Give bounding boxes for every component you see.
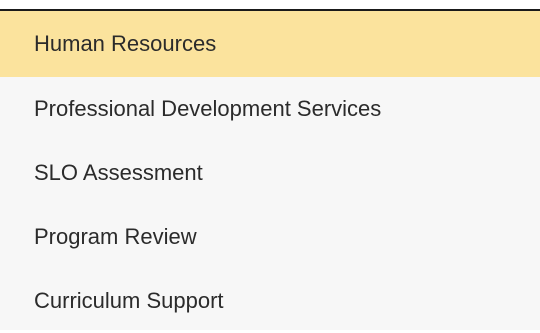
menu-item-professional-development-services[interactable]: Professional Development Services: [0, 77, 540, 141]
menu-item-curriculum-support[interactable]: Curriculum Support: [0, 269, 540, 333]
menu-item-human-resources[interactable]: Human Resources: [0, 11, 540, 77]
menu-item-program-review[interactable]: Program Review: [0, 205, 540, 269]
menu-item-slo-assessment[interactable]: SLO Assessment: [0, 141, 540, 205]
sidebar-menu: Human Resources Professional Development…: [0, 9, 540, 330]
